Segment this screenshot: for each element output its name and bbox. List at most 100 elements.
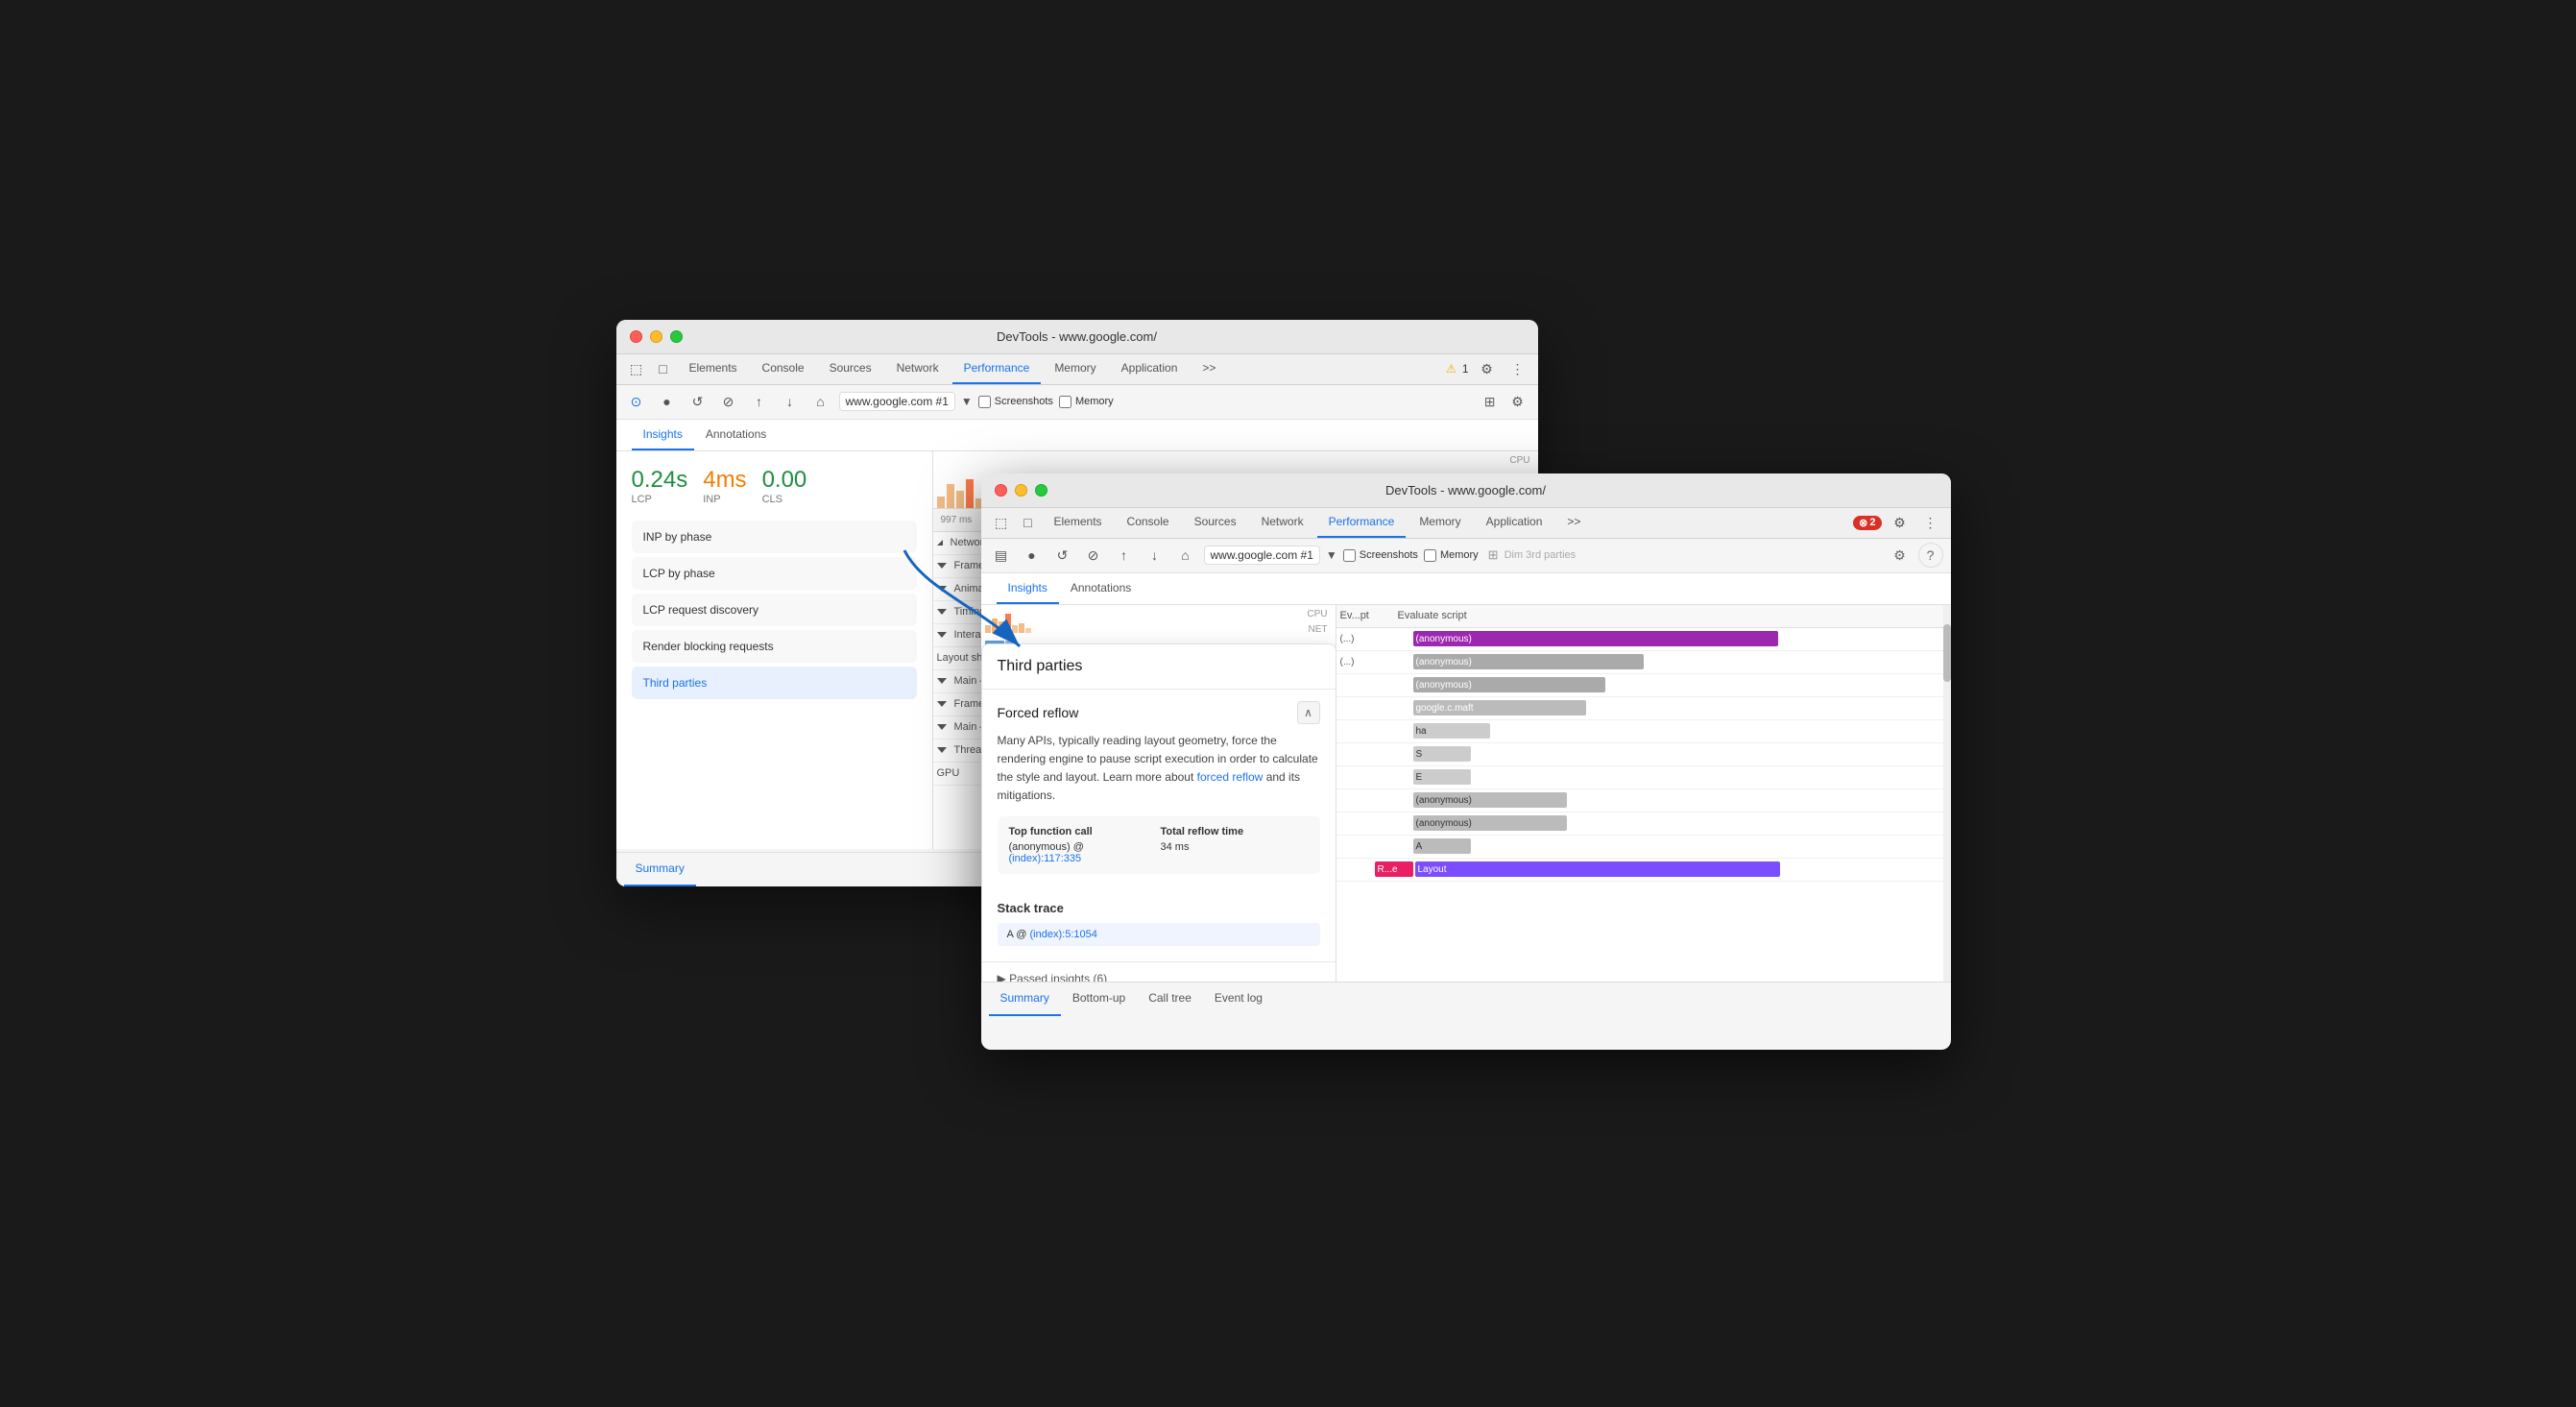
bg-minimize-button[interactable] bbox=[650, 330, 662, 343]
fg-scrollbar-thumb[interactable] bbox=[1943, 624, 1951, 682]
bg-tab-elements[interactable]: Elements bbox=[678, 353, 749, 384]
bg-settings2-btn[interactable]: ⚙ bbox=[1505, 389, 1530, 414]
foreground-devtools-window: DevTools - www.google.com/ ⬚ □ Elements … bbox=[981, 473, 1951, 1050]
bg-tab-memory[interactable]: Memory bbox=[1043, 353, 1107, 384]
bg-cls-metric: 0.00 CLS bbox=[762, 467, 807, 505]
fg-tab-memory[interactable]: Memory bbox=[1408, 507, 1472, 538]
bg-tab-sources[interactable]: Sources bbox=[818, 353, 883, 384]
bg-url-select[interactable]: www.google.com #1 bbox=[839, 392, 955, 411]
flame-bar-layout[interactable]: Layout bbox=[1415, 861, 1780, 877]
fg-device-icon[interactable]: □ bbox=[1016, 510, 1041, 535]
bg-tab-network[interactable]: Network bbox=[885, 353, 951, 384]
bg-insight-lcp-request[interactable]: LCP request discovery bbox=[632, 594, 917, 626]
bg-cls-value: 0.00 bbox=[762, 467, 807, 494]
bg-tab-more[interactable]: >> bbox=[1191, 353, 1227, 384]
fg-tab-elements[interactable]: Elements bbox=[1043, 507, 1114, 538]
bg-record-icon[interactable]: ⊙ bbox=[624, 389, 649, 414]
bg-insight-inp-phase[interactable]: INP by phase bbox=[632, 521, 917, 553]
bg-record-circle[interactable]: ● bbox=[655, 389, 680, 414]
bg-tab-application[interactable]: Application bbox=[1110, 353, 1190, 384]
fg-record-circle[interactable]: ● bbox=[1020, 543, 1045, 568]
fg-error-badge[interactable]: ⊗ 2 bbox=[1853, 516, 1881, 530]
fg-home-btn[interactable]: ⌂ bbox=[1173, 543, 1198, 568]
bg-screenshots-checkbox[interactable]: Screenshots bbox=[978, 396, 1053, 408]
fg-tab-application[interactable]: Application bbox=[1475, 507, 1554, 538]
bg-summary-tab[interactable]: Summary bbox=[624, 852, 696, 886]
bg-insights-tab[interactable]: Insights bbox=[632, 420, 694, 450]
fg-tab-performance[interactable]: Performance bbox=[1317, 507, 1407, 538]
bg-inp-metric: 4ms INP bbox=[703, 467, 746, 505]
fg-tab-more[interactable]: >> bbox=[1555, 507, 1592, 538]
bg-memory-checkbox[interactable]: Memory bbox=[1059, 396, 1114, 408]
fg-event-log-tab[interactable]: Event log bbox=[1203, 982, 1274, 1016]
fg-tab-network[interactable]: Network bbox=[1250, 507, 1315, 538]
fg-tab-console[interactable]: Console bbox=[1116, 507, 1181, 538]
fg-close-button[interactable] bbox=[995, 484, 1007, 497]
bg-more-btn[interactable]: ⋮ bbox=[1505, 356, 1530, 381]
fg-reload-btn[interactable]: ↺ bbox=[1050, 543, 1075, 568]
bg-settings-btn[interactable]: ⚙ bbox=[1475, 356, 1500, 381]
fg-dim-3rd-party[interactable]: Dim 3rd parties bbox=[1505, 549, 1577, 561]
fg-flame-rows: (...) (anonymous) (...) (anonymous) (ano… bbox=[1336, 628, 1951, 882]
bg-tab-console[interactable]: Console bbox=[751, 353, 816, 384]
fg-settings2-btn[interactable]: ⚙ bbox=[1888, 543, 1913, 568]
bg-reload-btn[interactable]: ↺ bbox=[686, 389, 710, 414]
bg-device-icon[interactable]: □ bbox=[651, 356, 676, 381]
fg-bottom-up-tab[interactable]: Bottom-up bbox=[1061, 982, 1137, 1016]
fg-upload-btn[interactable]: ↑ bbox=[1112, 543, 1137, 568]
bg-window-title: DevTools - www.google.com/ bbox=[997, 329, 1157, 344]
fg-cursor-icon[interactable]: ⬚ bbox=[989, 510, 1014, 535]
bg-insight-lcp-phase[interactable]: LCP by phase bbox=[632, 557, 917, 590]
stack-trace-link[interactable]: (index):5:1054 bbox=[1030, 929, 1097, 940]
flame-bar-s[interactable]: S bbox=[1413, 746, 1471, 762]
bg-tab-performance[interactable]: Performance bbox=[952, 353, 1042, 384]
flame-bar-anonymous-3[interactable]: (anonymous) bbox=[1413, 677, 1605, 692]
flame-bar-anonymous-4[interactable]: (anonymous) bbox=[1413, 792, 1567, 808]
bg-download-btn[interactable]: ↓ bbox=[778, 389, 803, 414]
fg-maximize-button[interactable] bbox=[1035, 484, 1047, 497]
bg-insight-third-parties[interactable]: Third parties bbox=[632, 667, 917, 699]
fg-tab-sources[interactable]: Sources bbox=[1183, 507, 1248, 538]
overlay-panel-title: Third parties bbox=[982, 644, 1336, 690]
flame-bar-a[interactable]: A bbox=[1413, 838, 1471, 854]
fg-insights-tab[interactable]: Insights bbox=[997, 573, 1059, 604]
flame-bar-anonymous-5[interactable]: (anonymous) bbox=[1413, 815, 1567, 831]
fg-call-tree-tab[interactable]: Call tree bbox=[1137, 982, 1203, 1016]
fg-insights-tabs: Insights Annotations bbox=[981, 573, 1951, 605]
flame-bar-anonymous-2[interactable]: (anonymous) bbox=[1413, 654, 1644, 669]
fg-clear-btn[interactable]: ⊘ bbox=[1081, 543, 1106, 568]
fg-settings-btn[interactable]: ⚙ bbox=[1888, 510, 1913, 535]
flame-bar-ha[interactable]: ha bbox=[1413, 723, 1490, 739]
fg-more-btn[interactable]: ⋮ bbox=[1918, 510, 1943, 535]
flame-bar-e[interactable]: E bbox=[1413, 769, 1471, 785]
fg-panel-icon[interactable]: ▤ bbox=[989, 543, 1014, 568]
fg-column-headers: Ev...pt Evaluate script bbox=[1336, 605, 1951, 628]
bg-upload-btn[interactable]: ↑ bbox=[747, 389, 772, 414]
passed-insights[interactable]: ▶ Passed insights (6) bbox=[982, 961, 1336, 981]
fg-flame-chart: Ev...pt Evaluate script (...) (anonymous… bbox=[1336, 605, 1951, 982]
flame-label-1: (...) bbox=[1340, 634, 1417, 644]
flame-bar-re[interactable]: R...e bbox=[1375, 861, 1413, 877]
bg-close-button[interactable] bbox=[630, 330, 642, 343]
fg-summary-tab[interactable]: Summary bbox=[989, 982, 1061, 1016]
fg-titlebar: DevTools - www.google.com/ bbox=[981, 473, 1951, 508]
bg-maximize-button[interactable] bbox=[670, 330, 683, 343]
fg-help-btn[interactable]: ? bbox=[1918, 543, 1943, 568]
fg-url-select[interactable]: www.google.com #1 bbox=[1204, 546, 1320, 565]
function-link[interactable]: (index):117:335 bbox=[1009, 853, 1082, 864]
fg-annotations-tab[interactable]: Annotations bbox=[1059, 573, 1143, 604]
bg-annotations-tab[interactable]: Annotations bbox=[694, 420, 778, 450]
fg-scrollbar[interactable] bbox=[1943, 605, 1951, 982]
bg-cursor-icon[interactable]: ⬚ bbox=[624, 356, 649, 381]
fg-screenshots-checkbox[interactable]: Screenshots bbox=[1343, 549, 1418, 562]
bg-home-btn[interactable]: ⌂ bbox=[808, 389, 833, 414]
forced-reflow-link[interactable]: forced reflow bbox=[1197, 770, 1264, 784]
fg-download-btn[interactable]: ↓ bbox=[1143, 543, 1168, 568]
fg-minimize-button[interactable] bbox=[1015, 484, 1027, 497]
flame-bar-anonymous-1[interactable]: (anonymous) bbox=[1413, 631, 1778, 646]
flame-bar-google-maft[interactable]: google.c.maft bbox=[1413, 700, 1586, 716]
bg-clear-btn[interactable]: ⊘ bbox=[716, 389, 741, 414]
collapse-button[interactable]: ∧ bbox=[1297, 701, 1320, 724]
fg-memory-checkbox[interactable]: Memory bbox=[1424, 549, 1479, 562]
bg-insight-render-blocking[interactable]: Render blocking requests bbox=[632, 630, 917, 663]
